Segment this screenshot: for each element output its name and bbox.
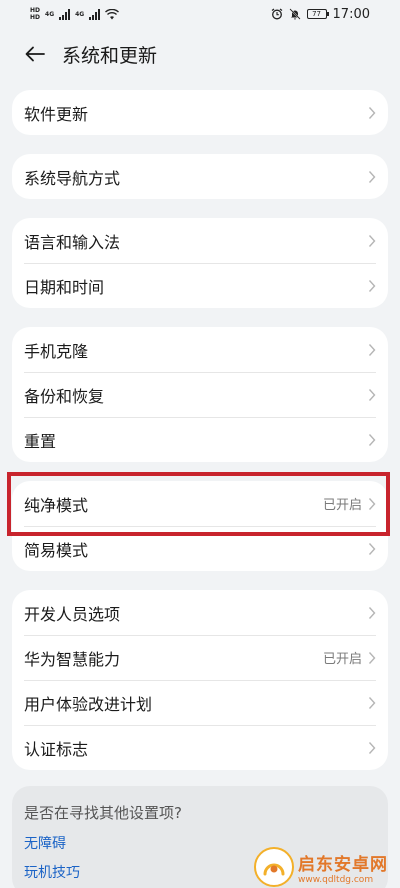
watermark-text: 启东安卓网 www.qdltdg.com <box>298 850 388 885</box>
chevron-right-icon <box>368 234 376 247</box>
settings-item-label: 用户体验改进计划 <box>24 694 153 714</box>
chevron-right-icon <box>368 651 376 664</box>
mute-icon <box>288 8 301 20</box>
settings-item-value: 已开启 <box>322 498 362 513</box>
chevron-right-icon <box>368 279 376 292</box>
watermark-name: 启东安卓网 <box>298 854 388 875</box>
settings-item-label: 语言和输入法 <box>24 232 121 252</box>
header: 系统和更新 <box>0 28 400 80</box>
settings-item-label: 系统导航方式 <box>24 168 121 188</box>
network-type-1: 4G <box>45 11 54 18</box>
settings-item-pure-mode[interactable]: 纯净模式 已开启 <box>12 481 388 526</box>
settings-item-system-navigation[interactable]: 系统导航方式 <box>12 154 388 199</box>
network-label-2: 4G <box>75 10 85 18</box>
sim-indicators: HD HD <box>30 7 40 21</box>
settings-group-modes: 纯净模式 已开启 简易模式 <box>12 481 388 571</box>
alarm-icon <box>271 8 282 20</box>
chevron-right-icon <box>368 497 376 510</box>
signal-icon-1 <box>59 8 71 20</box>
back-arrow-icon <box>25 46 45 62</box>
chevron-right-icon <box>368 170 376 183</box>
settings-item-label: 认证标志 <box>24 739 89 759</box>
chevron-right-icon <box>368 542 376 555</box>
network-label-1: 4G <box>45 10 55 18</box>
settings-item-huawei-ai[interactable]: 华为智慧能力 已开启 <box>12 635 388 680</box>
back-button[interactable] <box>24 43 46 65</box>
settings-group-software-update: 软件更新 <box>12 90 388 135</box>
status-left: HD HD 4G 4G <box>30 7 120 21</box>
network-type-2: 4G <box>75 11 84 18</box>
page-title: 系统和更新 <box>62 44 158 67</box>
watermark-url: www.qdltdg.com <box>298 874 374 885</box>
watermark: 启东安卓网 www.qdltdg.com <box>254 846 400 888</box>
settings-item-software-update[interactable]: 软件更新 <box>12 90 388 135</box>
settings-item-label: 纯净模式 <box>24 495 89 515</box>
watermark-logo-icon <box>254 847 294 887</box>
battery-level: 77 <box>312 10 321 18</box>
sim2-label: HD <box>30 14 41 21</box>
chevron-right-icon <box>368 343 376 356</box>
chevron-right-icon <box>368 696 376 709</box>
sim1-label: HD <box>30 7 41 14</box>
status-right: 77 17:00 <box>271 7 370 22</box>
chevron-right-icon <box>368 741 376 754</box>
chevron-right-icon <box>368 433 376 446</box>
settings-item-label: 备份和恢复 <box>24 386 105 406</box>
settings-item-label: 软件更新 <box>24 104 89 124</box>
status-time: 17:00 <box>332 6 370 22</box>
settings-item-label: 重置 <box>24 431 57 451</box>
settings-item-value: 已开启 <box>322 652 362 667</box>
settings-item-date-time[interactable]: 日期和时间 <box>12 263 388 308</box>
settings-item-label: 手机克隆 <box>24 341 89 361</box>
settings-item-phone-clone[interactable]: 手机克隆 <box>12 327 388 372</box>
settings-group-language-time: 语言和输入法 日期和时间 <box>12 218 388 308</box>
settings-group-navigation: 系统导航方式 <box>12 154 388 199</box>
settings-item-simple-mode[interactable]: 简易模式 <box>12 526 388 571</box>
settings-item-backup-restore[interactable]: 备份和恢复 <box>12 372 388 417</box>
settings-group-advanced: 开发人员选项 华为智慧能力 已开启 用户体验改进计划 认证标志 <box>12 590 388 770</box>
chevron-right-icon <box>368 606 376 619</box>
chevron-right-icon <box>368 388 376 401</box>
settings-item-label: 简易模式 <box>24 540 89 560</box>
settings-item-certification[interactable]: 认证标志 <box>12 725 388 770</box>
battery-icon: 77 <box>306 9 329 19</box>
status-bar: HD HD 4G 4G 77 17:00 <box>0 0 400 28</box>
settings-item-label: 日期和时间 <box>24 277 105 297</box>
settings-item-user-experience[interactable]: 用户体验改进计划 <box>12 680 388 725</box>
settings-item-developer-options[interactable]: 开发人员选项 <box>12 590 388 635</box>
settings-item-label: 开发人员选项 <box>24 604 121 624</box>
settings-group-backup: 手机克隆 备份和恢复 重置 <box>12 327 388 462</box>
chevron-right-icon <box>368 106 376 119</box>
suggestions-title: 是否在寻找其他设置项? <box>24 804 182 822</box>
settings-item-language-input[interactable]: 语言和输入法 <box>12 218 388 263</box>
signal-icon-2 <box>89 8 101 20</box>
settings-item-reset[interactable]: 重置 <box>12 417 388 462</box>
settings-item-label: 华为智慧能力 <box>24 649 121 669</box>
wifi-icon <box>105 8 120 19</box>
